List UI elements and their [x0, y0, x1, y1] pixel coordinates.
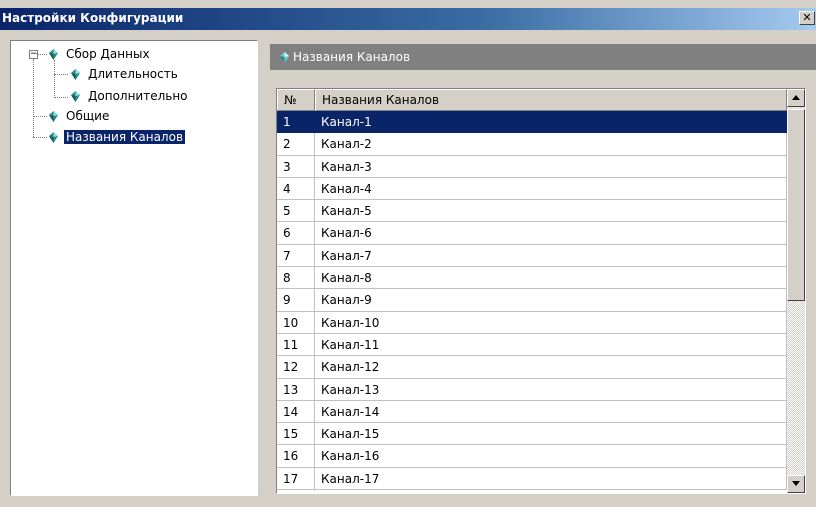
- cell-number[interactable]: 9: [277, 289, 315, 312]
- cell-number[interactable]: 14: [277, 400, 315, 424]
- table-row[interactable]: 4 Канал-4: [277, 177, 787, 201]
- table-row[interactable]: 9 Канал-9: [277, 289, 787, 312]
- grid-header: № Названия Каналов: [277, 89, 787, 111]
- grid-body: 1 Канал-1 2 Канал-2 3 Канал-3 4 Канал-4 5 Канал-5…: [277, 111, 787, 491]
- settings-tree[interactable]: − Сбор Данных Длительность Дополнительно…: [10, 40, 258, 496]
- table-row[interactable]: 7 Канал-7: [277, 244, 787, 268]
- tree-connector: [33, 137, 47, 138]
- table-row[interactable]: 14 Канал-14: [277, 400, 787, 424]
- table-row[interactable]: 11 Канал-11: [277, 333, 787, 357]
- scroll-up-button[interactable]: [787, 89, 805, 107]
- cell-channel-name[interactable]: Канал-17: [315, 467, 787, 491]
- tree-connector: [54, 74, 68, 75]
- cell-number[interactable]: 1: [277, 111, 315, 134]
- cell-number[interactable]: 13: [277, 378, 315, 401]
- gem-icon: [71, 91, 80, 102]
- gem-icon: [71, 69, 80, 80]
- close-button[interactable]: ✕: [799, 11, 815, 25]
- cell-number[interactable]: 7: [277, 244, 315, 268]
- cell-channel-name[interactable]: Канал-6: [315, 222, 787, 245]
- cell-channel-name[interactable]: Канал-15: [315, 423, 787, 446]
- minus-icon: −: [30, 49, 38, 59]
- cell-channel-name[interactable]: Канал-11: [315, 333, 787, 357]
- tree-connector: [54, 97, 68, 98]
- tree-node-duration[interactable]: Длительность: [71, 65, 180, 83]
- table-row[interactable]: 2 Канал-2: [277, 133, 787, 156]
- gem-icon: [49, 132, 58, 143]
- cell-channel-name[interactable]: Канал-16: [315, 445, 787, 468]
- table-row[interactable]: 15 Канал-15: [277, 423, 787, 446]
- cell-channel-name[interactable]: Канал-8: [315, 267, 787, 290]
- table-row[interactable]: 5 Канал-5: [277, 200, 787, 223]
- arrow-up-icon: [792, 95, 800, 100]
- column-header-number[interactable]: №: [277, 89, 315, 111]
- cell-channel-name[interactable]: Канал-9: [315, 289, 787, 312]
- title-bar[interactable]: Настройки Конфигурации ✕: [0, 8, 816, 30]
- tree-node-data-acquisition[interactable]: Сбор Данных: [49, 45, 152, 63]
- cell-number[interactable]: 5: [277, 200, 315, 223]
- cell-channel-name[interactable]: Канал-1: [315, 111, 787, 134]
- gem-icon: [280, 52, 289, 63]
- column-header-channel-name[interactable]: Названия Каналов: [315, 89, 787, 111]
- cell-number[interactable]: 12: [277, 356, 315, 379]
- scroll-thumb[interactable]: [787, 109, 805, 301]
- cell-number[interactable]: 4: [277, 177, 315, 201]
- cell-number[interactable]: 16: [277, 445, 315, 468]
- cell-channel-name[interactable]: Канал-7: [315, 244, 787, 268]
- cell-number[interactable]: 8: [277, 267, 315, 290]
- cell-number[interactable]: 3: [277, 155, 315, 178]
- cell-channel-name[interactable]: Канал-12: [315, 356, 787, 379]
- channel-names-grid[interactable]: № Названия Каналов 1 Канал-1 2 Канал-2 3 Кана…: [276, 88, 806, 494]
- table-row[interactable]: 10 Канал-10: [277, 311, 787, 334]
- cell-channel-name[interactable]: Канал-4: [315, 177, 787, 201]
- cell-channel-name[interactable]: Канал-10: [315, 311, 787, 334]
- gem-icon: [49, 111, 58, 122]
- cell-channel-name[interactable]: Канал-2: [315, 133, 787, 156]
- cell-number[interactable]: 17: [277, 467, 315, 491]
- table-row[interactable]: 6 Канал-6: [277, 222, 787, 245]
- cell-number[interactable]: 10: [277, 311, 315, 334]
- tree-connector: [33, 116, 47, 117]
- cell-channel-name[interactable]: Канал-5: [315, 200, 787, 223]
- cell-channel-name[interactable]: Канал-14: [315, 400, 787, 424]
- tree-node-label: Сбор Данных: [66, 47, 150, 61]
- tree-node-general[interactable]: Общие: [49, 107, 111, 125]
- table-row[interactable]: 8 Канал-8: [277, 267, 787, 290]
- gem-icon: [49, 49, 58, 60]
- tree-node-label: Дополнительно: [88, 89, 188, 103]
- vertical-scrollbar[interactable]: [787, 89, 805, 493]
- table-row[interactable]: 12 Канал-12: [277, 356, 787, 379]
- tree-connector: [54, 60, 55, 98]
- tree-connector: [33, 59, 34, 137]
- table-row[interactable]: 1 Канал-1: [277, 111, 787, 134]
- cell-number[interactable]: 15: [277, 423, 315, 446]
- tree-node-label: Длительность: [88, 67, 178, 81]
- window-title: Настройки Конфигурации: [2, 11, 184, 25]
- tree-node-additional[interactable]: Дополнительно: [71, 87, 190, 105]
- cell-number[interactable]: 2: [277, 133, 315, 156]
- arrow-down-icon: [792, 481, 800, 486]
- tree-collapse-toggle[interactable]: −: [29, 50, 38, 59]
- cell-number[interactable]: 11: [277, 333, 315, 357]
- config-dialog: Настройки Конфигурации ✕ − Сбор Данных Д…: [0, 0, 816, 507]
- scroll-down-button[interactable]: [787, 475, 805, 493]
- table-row[interactable]: 3 Канал-3: [277, 155, 787, 178]
- cell-channel-name[interactable]: Канал-13: [315, 378, 787, 401]
- panel-header: Названия Каналов: [270, 44, 816, 70]
- panel-header-title: Названия Каналов: [293, 50, 411, 64]
- table-row[interactable]: 13 Канал-13: [277, 378, 787, 401]
- tree-node-label: Названия Каналов: [64, 130, 186, 144]
- cell-number[interactable]: 6: [277, 222, 315, 245]
- table-row[interactable]: 16 Канал-16: [277, 445, 787, 468]
- close-icon: ✕: [802, 11, 812, 24]
- cell-channel-name[interactable]: Канал-3: [315, 155, 787, 178]
- table-row[interactable]: 17 Канал-17: [277, 467, 787, 491]
- tree-node-channel-names[interactable]: Названия Каналов: [49, 128, 186, 146]
- tree-node-label: Общие: [66, 109, 110, 123]
